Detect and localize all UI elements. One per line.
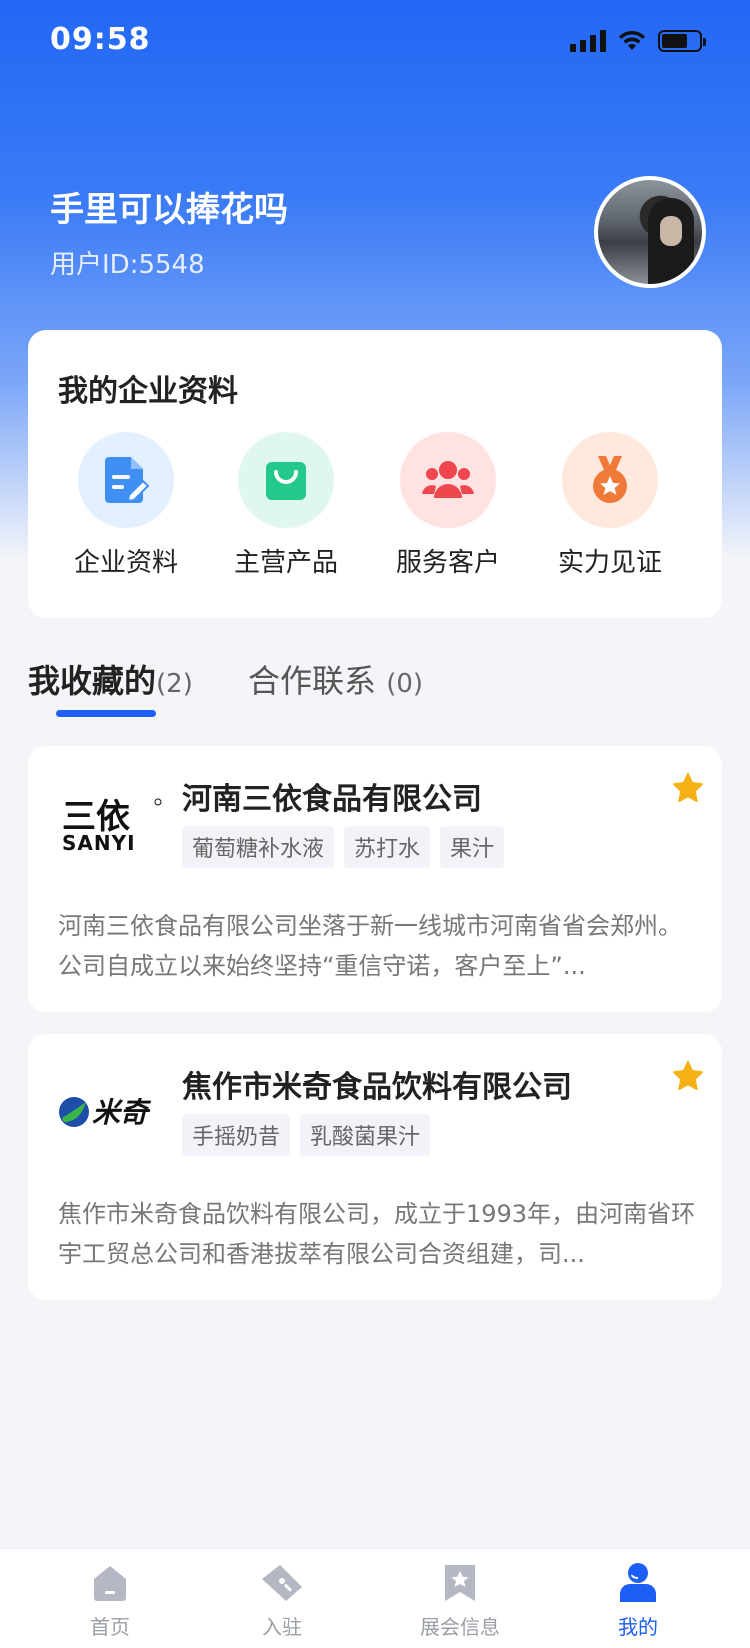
favorite-company-card[interactable]: 三依 SANYI 河南三依食品有限公司 葡萄糖补水液 苏打水 果汁 河南三依食品… — [28, 746, 722, 1012]
bookmark-star-icon — [385, 1561, 535, 1605]
bottom-navigation: 首页 入驻 展会信息 我的 — [0, 1548, 750, 1648]
favorite-company-card[interactable]: 米奇 焦作市米奇食品饮料有限公司 手摇奶昔 乳酸菌果汁 焦作市米奇食品饮料有限公… — [28, 1034, 722, 1300]
company-logo: 米奇 — [50, 1074, 174, 1150]
product-tags: 葡萄糖补水液 苏打水 果汁 — [182, 826, 505, 868]
product-tag: 苏打水 — [344, 826, 431, 868]
feature-label: 实力见证 — [557, 548, 662, 578]
nav-label: 我的 — [618, 1615, 658, 1639]
nav-mine[interactable]: 我的 — [563, 1561, 713, 1640]
feature-label: 服务客户 — [395, 548, 500, 578]
nav-label: 入驻 — [262, 1615, 302, 1639]
tab-count: (0) — [386, 669, 424, 699]
product-tag: 葡萄糖补水液 — [182, 826, 335, 868]
users-icon — [400, 432, 496, 528]
feature-enterprise-info[interactable]: 企业资料 — [56, 432, 196, 579]
nav-home[interactable]: 首页 — [35, 1561, 185, 1640]
home-icon — [35, 1561, 185, 1605]
company-name: 焦作市米奇食品饮料有限公司 — [182, 1070, 572, 1105]
status-time: 09:58 — [50, 22, 151, 57]
person-icon — [563, 1561, 713, 1605]
ticket-icon — [207, 1561, 357, 1605]
product-tags: 手摇奶昔 乳酸菌果汁 — [182, 1114, 431, 1156]
company-logo: 三依 SANYI — [50, 786, 174, 862]
cellular-signal-icon — [570, 30, 606, 52]
company-name: 河南三依食品有限公司 — [182, 782, 482, 817]
favorites-tabs: 我收藏的(2) 合作联系 (0) — [28, 656, 722, 717]
medal-icon — [562, 432, 658, 528]
battery-icon — [658, 30, 706, 52]
nav-settle-in[interactable]: 入驻 — [207, 1561, 357, 1640]
enterprise-profile-card: 我的企业资料 企业资料 主营产品 服务客户 实力见证 — [28, 330, 722, 618]
user-id: 用户ID:5548 — [50, 250, 205, 280]
svg-text:米奇: 米奇 — [92, 1096, 152, 1129]
tab-label: 我收藏的 — [28, 662, 157, 700]
nav-label: 展会信息 — [420, 1615, 500, 1639]
active-tab-indicator — [56, 710, 156, 717]
tab-count: (2) — [156, 669, 193, 699]
feature-service-clients[interactable]: 服务客户 — [378, 432, 518, 579]
feature-main-products[interactable]: 主营产品 — [216, 432, 356, 579]
product-tag: 乳酸菌果汁 — [300, 1114, 431, 1156]
product-tag: 果汁 — [440, 826, 505, 868]
company-description: 焦作市米奇食品饮料有限公司，成立于1993年，由河南省环宇工贸总公司和香港拔萃有… — [58, 1200, 696, 1268]
status-bar: 09:58 — [0, 0, 750, 88]
tab-label: 合作联系 — [248, 662, 377, 700]
status-icons — [570, 30, 706, 52]
wifi-icon — [619, 30, 645, 50]
document-edit-icon — [78, 432, 174, 528]
feature-label: 企业资料 — [73, 548, 178, 578]
feature-label: 主营产品 — [233, 548, 338, 578]
feature-strength-proof[interactable]: 实力见证 — [540, 432, 680, 579]
tab-favorites[interactable]: 我收藏的(2) — [28, 656, 193, 702]
star-icon[interactable] — [672, 1060, 704, 1092]
nav-label: 首页 — [90, 1615, 130, 1639]
tab-cooperation[interactable]: 合作联系 (0) — [248, 656, 423, 702]
nav-exhibition-info[interactable]: 展会信息 — [385, 1561, 535, 1640]
svg-text:SANYI: SANYI — [62, 831, 136, 854]
section-title: 我的企业资料 — [58, 374, 238, 409]
star-icon[interactable] — [672, 772, 704, 804]
avatar[interactable] — [594, 176, 706, 288]
company-description: 河南三依食品有限公司坐落于新一线城市河南省省会郑州。公司自成立以来始终坚持“重信… — [58, 912, 682, 980]
shopping-bag-icon — [238, 432, 334, 528]
product-tag: 手摇奶昔 — [182, 1114, 291, 1156]
user-name: 手里可以捧花吗 — [50, 190, 288, 230]
